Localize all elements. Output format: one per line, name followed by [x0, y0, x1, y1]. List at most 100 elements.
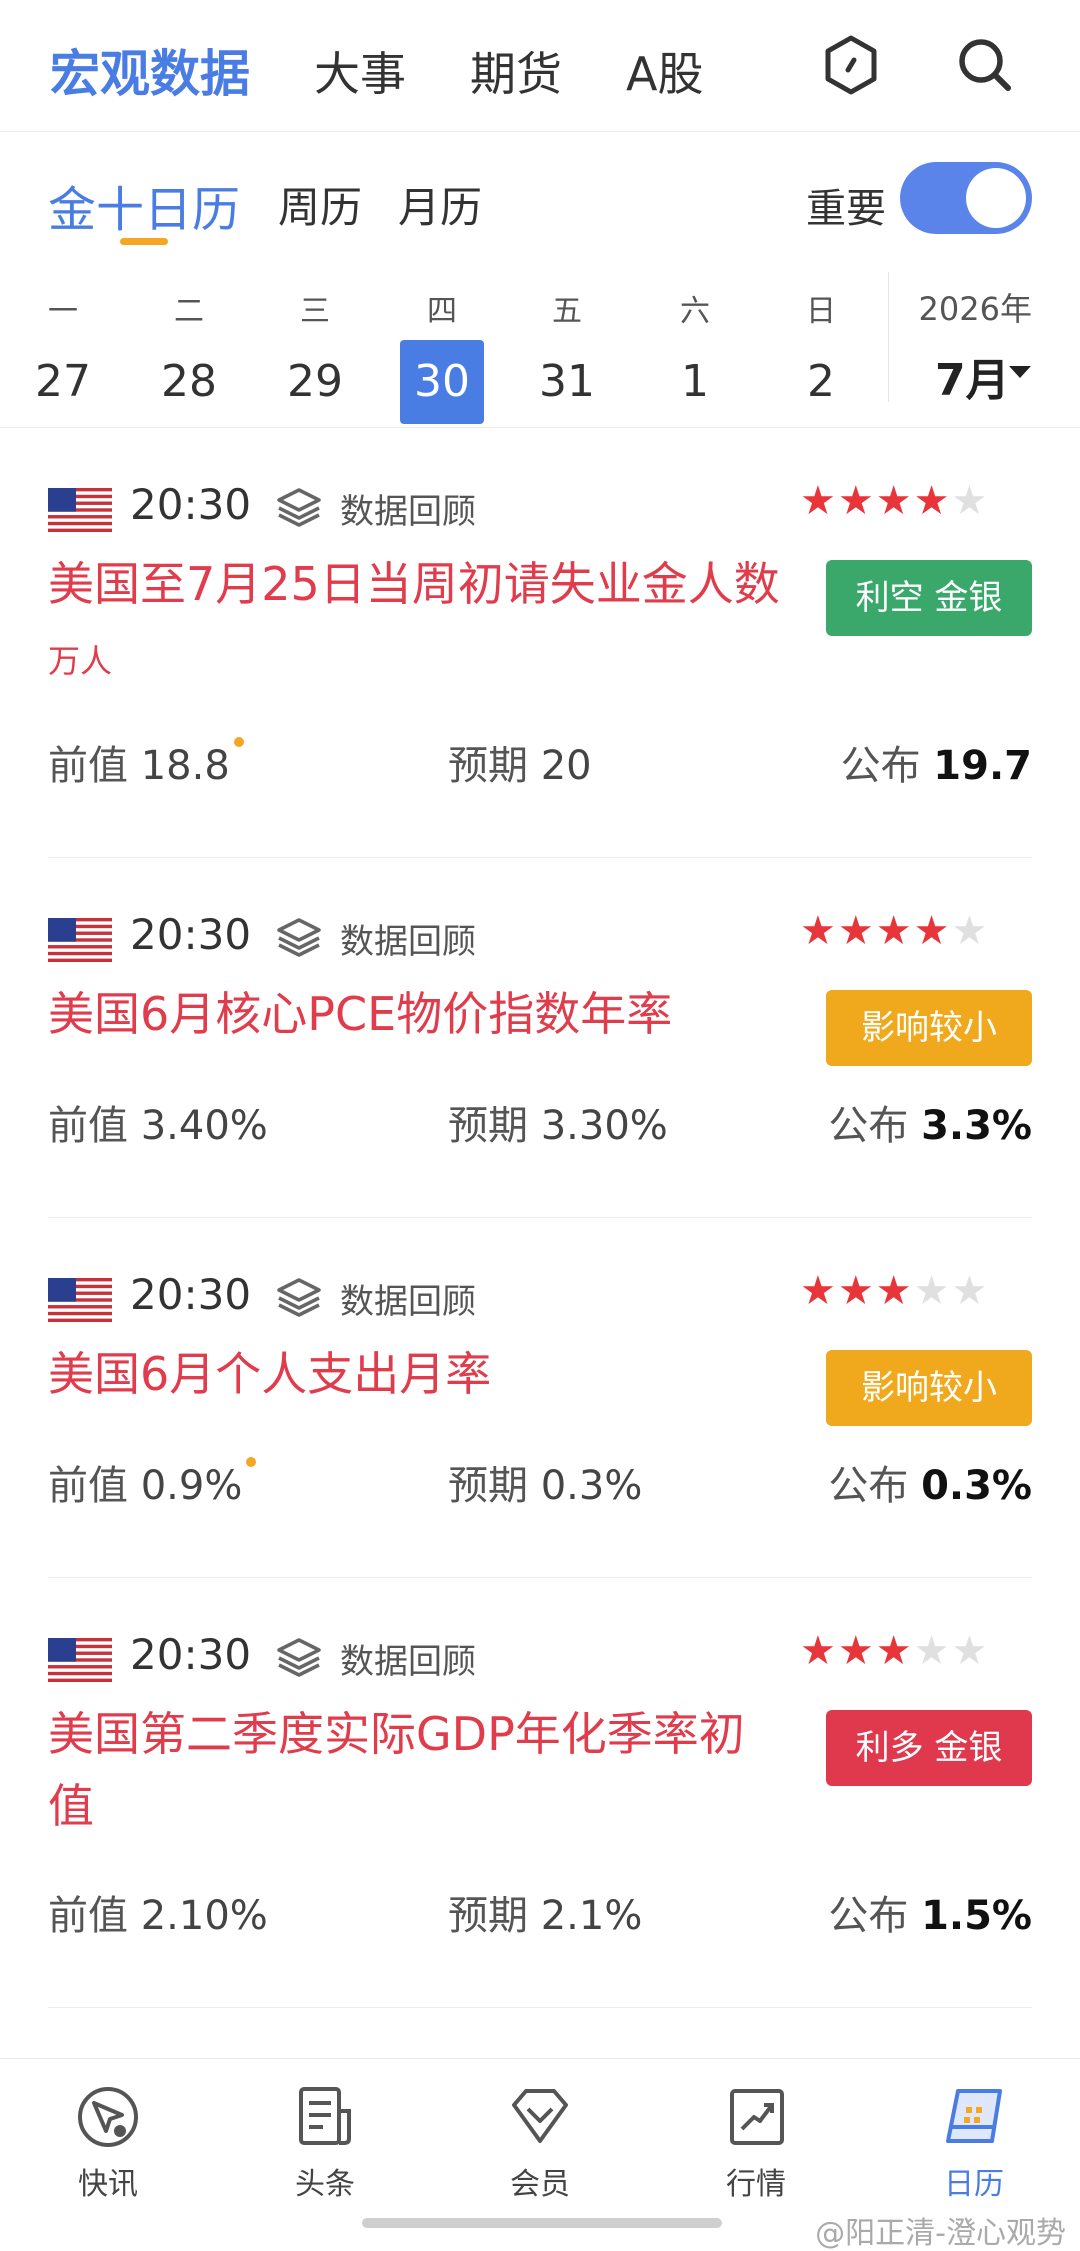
data-review-link[interactable]: 数据回顾	[340, 1274, 476, 1323]
event-title[interactable]: 美国6月个人支出月率	[48, 1338, 788, 1415]
date-cell[interactable]: 六 1	[650, 272, 740, 424]
important-toggle[interactable]	[900, 162, 1032, 234]
expected-label: 预期	[448, 1463, 528, 1509]
search-icon[interactable]	[952, 32, 1018, 98]
weekday-label: 三	[300, 294, 330, 329]
previous-value: 前值 2.10%	[48, 1883, 268, 1941]
star-icon: ★	[875, 908, 914, 954]
tab-monthly[interactable]: 月历	[398, 174, 482, 235]
date-cell[interactable]: 日 2	[776, 272, 866, 424]
date-cell[interactable]: 一 27	[18, 272, 108, 424]
tab-jin10-calendar[interactable]: 金十日历	[48, 170, 240, 240]
event-title-text: 美国6月个人支出月率	[48, 1347, 492, 1401]
event-card[interactable]: 20:30 数据回顾 ★★★★★ 美国至7月25日当周初请失业金人数 万人 利空 金银前…	[0, 428, 1080, 858]
tab-events[interactable]: 大事	[314, 38, 406, 104]
event-card[interactable]: 20:30 数据回顾 ★★★★★ 美国6月核心PCE物价指数年率 影响较小 前值 3.4…	[0, 858, 1080, 1218]
tab-weekly[interactable]: 周历	[278, 174, 362, 235]
expected-value: 预期 3.30%	[448, 1093, 668, 1151]
star-icon: ★	[837, 478, 876, 524]
tab-macro-data[interactable]: 宏观数据	[50, 34, 250, 106]
layers-icon	[277, 918, 321, 957]
importance-stars: ★★★★★	[800, 1268, 989, 1314]
star-icon: ★	[913, 908, 952, 954]
event-unit: 万人	[48, 642, 113, 680]
news-icon	[299, 2087, 351, 2145]
year-label: 2026年	[918, 290, 1032, 328]
event-title[interactable]: 美国第二季度实际GDP年化季率初值	[48, 1698, 788, 1847]
expected-value: 预期 0.3%	[448, 1453, 642, 1511]
star-icon: ★	[800, 908, 838, 954]
expected-number: 0.3%	[540, 1463, 643, 1509]
us-flag-icon	[48, 488, 112, 532]
month-label: 7月	[935, 355, 1010, 406]
star-icon: ★	[800, 478, 838, 524]
event-title[interactable]: 美国至7月25日当周初请失业金人数 万人	[48, 548, 788, 697]
nav-flash[interactable]: 快讯	[48, 2081, 168, 2203]
previous-value: 前值 3.40%	[48, 1093, 268, 1151]
expected-label: 预期	[448, 1103, 528, 1149]
star-icon: ★	[837, 1268, 876, 1314]
event-card[interactable]: 20:30 数据回顾 ★★★★★ 美国6月个人支出月率 影响较小 前值 0.9% 预期 0…	[0, 1218, 1080, 1578]
date-cell[interactable]: 二 28	[144, 272, 234, 424]
toggle-knob	[966, 168, 1026, 228]
date-cell-selected[interactable]: 四 30	[397, 272, 487, 424]
previous-number: 2.10%	[140, 1893, 268, 1939]
star-icon: ★	[913, 478, 952, 524]
published-number: 3.3%	[921, 1103, 1032, 1149]
published-number: 19.7	[933, 743, 1032, 789]
star-icon: ★	[800, 1268, 838, 1314]
published-label: 公布	[840, 743, 921, 789]
date-strip: 一 27 二 28 三 29 四 30 五 31 六 1 日 2 2026年 7	[0, 272, 1080, 428]
expected-value: 预期 2.1%	[448, 1883, 642, 1941]
star-icon: ★	[951, 478, 990, 524]
data-review-link[interactable]: 数据回顾	[340, 1634, 476, 1683]
impact-badge: 利多 金银	[826, 1710, 1032, 1786]
published-value: 公布 19.7	[841, 733, 1032, 791]
layers-icon	[277, 488, 321, 527]
calendar-subtabs: 金十日历 周历 月历 重要	[0, 132, 1080, 272]
event-title[interactable]: 美国6月核心PCE物价指数年率	[48, 978, 788, 1055]
previous-label: 前值	[48, 1893, 128, 1939]
date-cell[interactable]: 五 31	[522, 272, 612, 424]
date-number: 2	[807, 356, 835, 407]
date-number: 31	[539, 356, 595, 407]
divider	[48, 2007, 1032, 2008]
important-label: 重要	[806, 186, 886, 232]
previous-number: 3.40%	[140, 1103, 268, 1149]
home-indicator[interactable]	[362, 2218, 722, 2228]
nav-vip[interactable]: 会员	[480, 2081, 600, 2203]
nav-label: 会员	[510, 2167, 570, 2202]
date-number: 1	[681, 356, 709, 407]
event-time: 20:30	[130, 480, 252, 529]
weekday-label: 二	[174, 294, 204, 329]
star-icon: ★	[951, 1628, 990, 1674]
nav-market[interactable]: 行情	[696, 2081, 816, 2203]
hexagon-icon[interactable]	[818, 32, 884, 98]
weekday-label: 一	[48, 294, 78, 329]
nav-label: 日历	[944, 2167, 1004, 2202]
event-card[interactable]: 20:30 数据回顾 ★★★★★ 美国第二季度实际GDP年化季率初值 利多 金银 前值 …	[0, 1578, 1080, 2008]
nav-headlines[interactable]: 头条	[265, 2081, 385, 2203]
tab-futures[interactable]: 期货	[470, 38, 562, 104]
event-title-text: 美国6月核心PCE物价指数年率	[48, 987, 673, 1041]
event-time: 20:30	[130, 1630, 252, 1679]
weekday-label: 日	[806, 294, 836, 329]
star-icon: ★	[913, 1628, 952, 1674]
data-review-link[interactable]: 数据回顾	[340, 914, 476, 963]
nav-label: 快讯	[78, 2167, 138, 2202]
nav-calendar[interactable]: 日历	[914, 2081, 1034, 2203]
expected-number: 20	[540, 743, 592, 789]
tab-a-shares[interactable]: A股	[626, 38, 703, 104]
event-title-text: 美国至7月25日当周初请失业金人数	[48, 557, 780, 611]
weekday-label: 四	[427, 294, 457, 329]
data-review-link[interactable]: 数据回顾	[340, 484, 476, 533]
month-selector[interactable]: 2026年 7月	[888, 272, 1080, 406]
importance-stars: ★★★★★	[800, 908, 989, 954]
date-cell[interactable]: 三 29	[270, 272, 360, 424]
star-icon: ★	[875, 478, 914, 524]
star-icon: ★	[800, 1628, 838, 1674]
market-chart-icon	[730, 2089, 784, 2145]
star-icon: ★	[951, 1268, 990, 1314]
previous-label: 前值	[48, 743, 128, 789]
expected-number: 3.30%	[540, 1103, 668, 1149]
